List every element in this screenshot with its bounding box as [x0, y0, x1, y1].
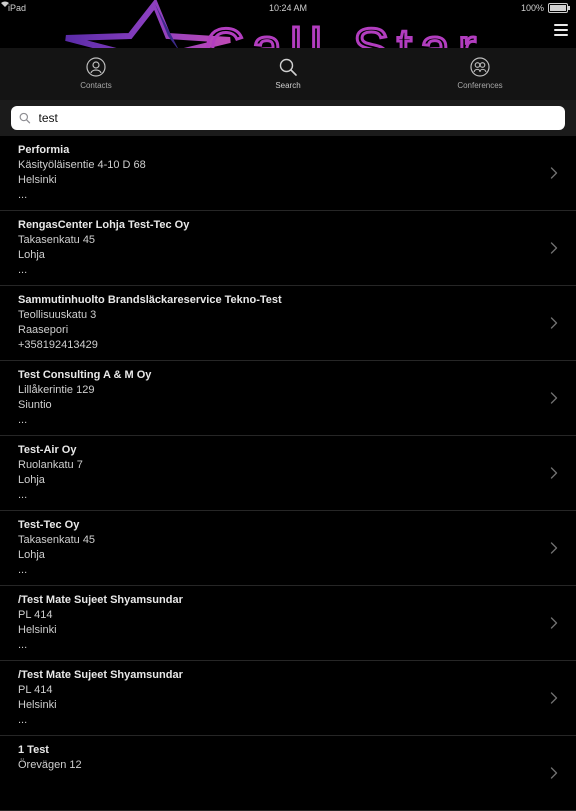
result-city: Lohja [18, 549, 45, 561]
tab-label: Search [275, 81, 301, 90]
chevron-right-icon [550, 617, 558, 629]
result-street: Teollisuuskatu 3 [18, 309, 97, 321]
chevron-right-icon [550, 167, 558, 179]
search-icon [279, 58, 297, 76]
result-street: PL 414 [18, 684, 53, 696]
battery-percent: 100% [520, 3, 544, 13]
result-name: /Test Mate Sujeet Shyamsundar [18, 669, 183, 681]
logo-text: Call Star [205, 18, 484, 50]
result-row[interactable]: Sammutinhuolto Brandsläckareservice Tekn… [0, 286, 576, 361]
search-field-icon [19, 112, 31, 124]
header-banner: Call Star iPad 10:24 AM 100% [0, 0, 576, 50]
status-time: 10:24 AM [268, 3, 308, 13]
result-city: Helsinki [18, 624, 57, 636]
result-name: Test-Air Oy [18, 444, 77, 456]
tab-label: Conferences [457, 81, 503, 90]
result-city: Helsinki [18, 699, 57, 711]
result-city: Lohja [18, 249, 45, 261]
tab-bar: Contacts Search Conferences [0, 48, 576, 100]
result-row[interactable]: 1 Test Örevägen 12 [0, 736, 576, 811]
result-extra: ... [18, 639, 28, 651]
result-street: Lillåkerintie 129 [18, 384, 95, 396]
result-extra: ... [18, 489, 28, 501]
tab-search[interactable]: Search [192, 48, 384, 100]
result-city: Siuntio [18, 399, 52, 411]
chevron-right-icon [550, 317, 558, 329]
device-label: iPad [8, 3, 27, 13]
result-street: Örevägen 12 [18, 759, 82, 771]
tab-contacts[interactable]: Contacts [0, 48, 192, 100]
result-extra: ... [18, 714, 28, 726]
result-row[interactable]: Test-Air Oy Ruolankatu 7 Lohja ... [0, 436, 576, 511]
results-list: Performia Käsityöläisentie 4-10 D 68 Hel… [0, 136, 576, 811]
menu-button[interactable] [554, 24, 568, 36]
search-field[interactable] [11, 106, 565, 130]
result-city: Lohja [18, 474, 45, 486]
result-name: /Test Mate Sujeet Shyamsundar [18, 594, 183, 606]
chevron-right-icon [550, 467, 558, 479]
result-row[interactable]: Performia Käsityöläisentie 4-10 D 68 Hel… [0, 136, 576, 211]
result-row[interactable]: /Test Mate Sujeet Shyamsundar PL 414 Hel… [0, 661, 576, 736]
result-street: Takasenkatu 45 [18, 534, 96, 546]
result-extra: +358192413429 [18, 339, 98, 351]
chevron-right-icon [550, 767, 558, 779]
result-name: Sammutinhuolto Brandsläckareservice Tekn… [18, 294, 282, 306]
status-bar: iPad 10:24 AM 100% [0, 0, 576, 16]
result-name: Performia [18, 144, 70, 156]
result-row[interactable]: Test Consulting A & M Oy Lillåkerintie 1… [0, 361, 576, 436]
tab-conferences[interactable]: Conferences [384, 48, 576, 100]
battery-icon [548, 3, 570, 13]
result-city: Raasepori [18, 324, 69, 336]
tab-label: Contacts [80, 81, 112, 90]
result-name: Test Consulting A & M Oy [18, 369, 152, 381]
result-extra: ... [18, 189, 28, 201]
result-city: Helsinki [18, 174, 57, 186]
search-input[interactable] [36, 110, 557, 126]
result-extra: ... [18, 264, 28, 276]
result-extra: ... [18, 414, 28, 426]
result-street: Takasenkatu 45 [18, 234, 96, 246]
result-name: 1 Test [18, 744, 49, 756]
result-row[interactable]: RengasCenter Lohja Test-Tec Oy Takasenka… [0, 211, 576, 286]
result-street: PL 414 [18, 609, 53, 621]
contacts-icon [86, 57, 106, 77]
result-extra: ... [18, 564, 28, 576]
result-name: RengasCenter Lohja Test-Tec Oy [18, 219, 190, 231]
chevron-right-icon [550, 242, 558, 254]
chevron-right-icon [550, 392, 558, 404]
result-name: Test-Tec Oy [18, 519, 80, 531]
result-street: Ruolankatu 7 [18, 459, 83, 471]
chevron-right-icon [550, 542, 558, 554]
result-street: Käsityöläisentie 4-10 D 68 [18, 159, 146, 171]
result-row[interactable]: /Test Mate Sujeet Shyamsundar PL 414 Hel… [0, 586, 576, 661]
conferences-icon [470, 57, 490, 77]
search-bar [0, 100, 576, 136]
chevron-right-icon [550, 692, 558, 704]
result-row[interactable]: Test-Tec Oy Takasenkatu 45 Lohja ... [0, 511, 576, 586]
